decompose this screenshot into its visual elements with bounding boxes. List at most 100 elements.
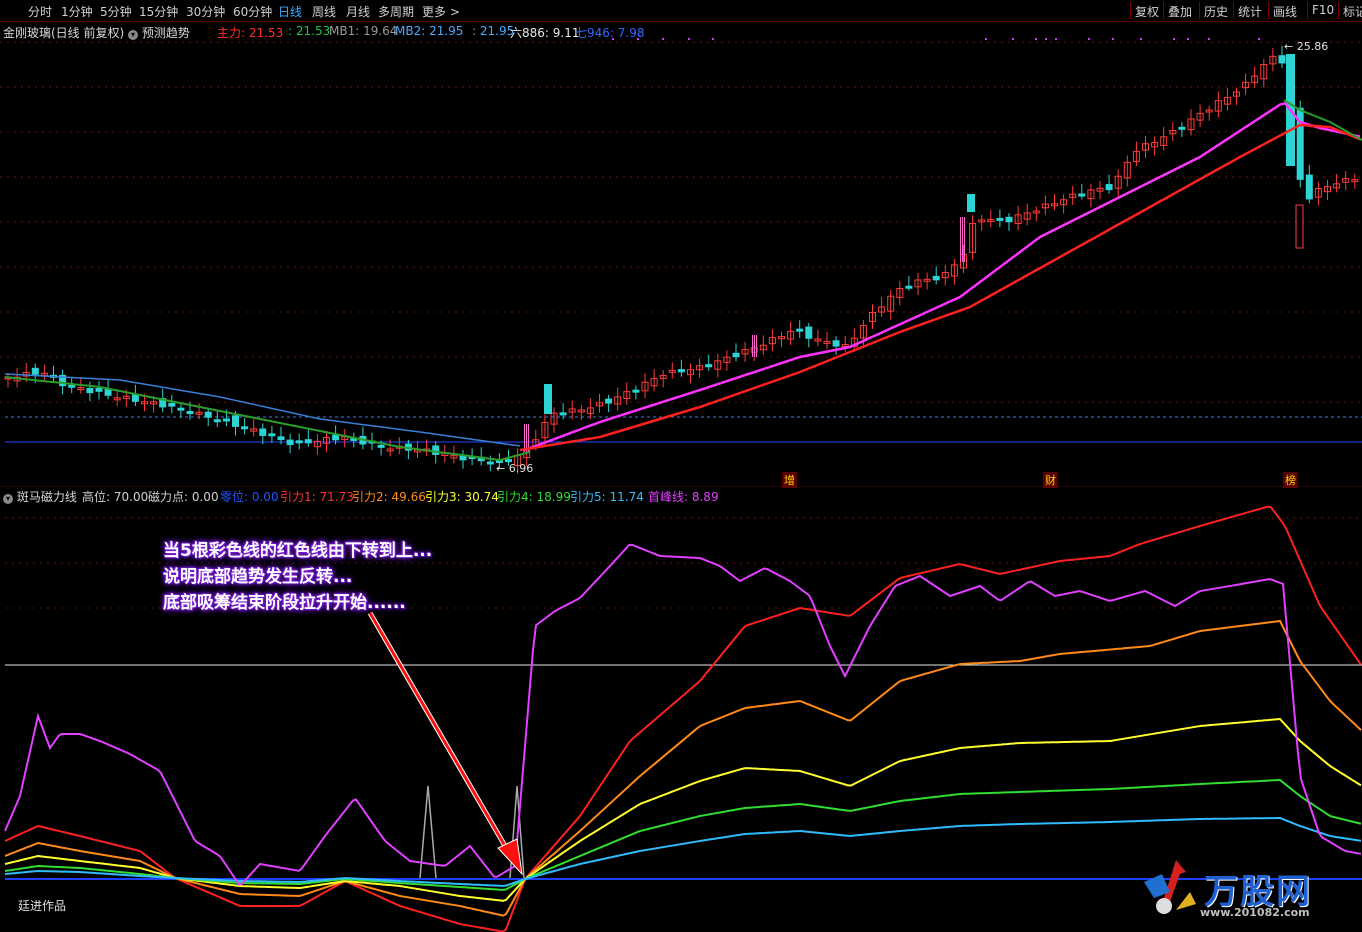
signal-dot: [1140, 38, 1142, 40]
candle-body: [1005, 216, 1013, 223]
toolbar-button-0[interactable]: 复权: [1135, 3, 1159, 20]
signal-dot: [688, 38, 690, 40]
candle-body: [705, 364, 713, 368]
candle-body: [213, 419, 221, 423]
period-tab-6[interactable]: 日线: [278, 3, 302, 20]
period-tab-5[interactable]: 60分钟: [233, 3, 272, 20]
period-tab-10[interactable]: 更多 >: [422, 3, 460, 20]
signal-dot: [1055, 38, 1057, 40]
main-legend-item: : 21.95: [472, 24, 515, 38]
arrow-shaft: [368, 612, 514, 859]
candle-body: [286, 439, 294, 446]
ma-red-line: [519, 123, 1361, 452]
signal-dot: [1258, 38, 1260, 40]
indicator-legend-item: 引力3: 30.74: [425, 490, 499, 504]
period-toolbar: 分时 1分钟 5分钟 15分钟 30分钟 60分钟 日线 周线 月线 多周期 更多 > 复权 叠加 历史统…: [0, 0, 1362, 22]
candle-body: [486, 461, 494, 465]
main-legend-item: 六886: 9.11: [510, 26, 580, 40]
indicator-legend-item: 引力1: 71.73: [280, 490, 354, 504]
candle-body: [204, 411, 212, 418]
candle-body: [377, 444, 385, 448]
annotation-line-1: 当5根彩色线的红色线由下转到上...: [163, 541, 433, 561]
toolbar-separator: [1199, 2, 1200, 19]
candle-body: [268, 433, 276, 437]
candle-body: [277, 436, 285, 441]
candle-body: [177, 407, 185, 411]
indicator-legend-item: 磁力点: 0.00: [148, 490, 219, 504]
brand-url: www.201082.com: [1200, 906, 1310, 919]
candle-body: [605, 398, 613, 404]
period-tab-7[interactable]: 周线: [312, 3, 336, 20]
signal-dot: [1045, 38, 1047, 40]
period-tab-0[interactable]: 分时: [28, 3, 52, 20]
main-legend-item: 七946: 7.98: [575, 26, 645, 40]
indicator-name: 斑马磁力线: [16, 490, 77, 504]
candle-body: [932, 275, 940, 281]
candle-body: [677, 369, 685, 373]
signal-dot: [1173, 38, 1175, 40]
main-legend-item: MB2: 21.95: [395, 24, 464, 38]
candle-body: [1278, 55, 1286, 64]
limit-up-bar: [960, 217, 961, 262]
toolbar-button-4[interactable]: 画线: [1273, 3, 1297, 20]
annotation-note: 当5根彩色线的红色线由下转到上... 说明底部趋势发生反转... 底部吸筹结束阶…: [163, 538, 432, 616]
candle-body: [241, 426, 249, 430]
candle-body: [996, 217, 1004, 221]
signal-dot: [1088, 38, 1090, 40]
candle-body: [332, 434, 340, 441]
stock-title: 金刚玻璃(日线 前复权): [3, 26, 125, 40]
period-tab-8[interactable]: 月线: [346, 3, 370, 20]
candle-body: [1078, 193, 1086, 197]
candle-body: [86, 387, 94, 394]
toolbar-separator: [1307, 2, 1308, 19]
period-tab-3[interactable]: 15分钟: [139, 3, 178, 20]
candle-body: [832, 340, 840, 347]
candle-body: [1178, 126, 1186, 130]
toolbar-button-1[interactable]: 叠加: [1168, 3, 1192, 20]
candle-body: [31, 367, 39, 375]
toolbar-separator: [1163, 2, 1164, 19]
toolbar-separator: [1338, 2, 1339, 19]
chevron-down-icon: ▾: [3, 494, 13, 504]
predict-trend-button[interactable]: ▾ 预测趋势: [128, 24, 190, 41]
period-tab-9[interactable]: 多周期: [378, 3, 414, 20]
limit-up-bar: [964, 217, 965, 262]
ma-green-line-tail: [1283, 99, 1362, 141]
toolbar-button-3[interactable]: 统计: [1238, 3, 1262, 20]
signal-dot: [1187, 38, 1189, 40]
limit-up-bar: [754, 335, 755, 357]
signal-dot: [1112, 38, 1114, 40]
indicator-legend-item: 零位: 0.00: [220, 490, 279, 504]
period-tab-4[interactable]: 30分钟: [186, 3, 225, 20]
high-price-label: ← 25.86: [1284, 40, 1328, 53]
period-tab-2[interactable]: 5分钟: [100, 3, 132, 20]
candle-body: [232, 415, 239, 427]
toolbar-button-5[interactable]: F10: [1312, 3, 1334, 17]
indicator-legend-item: 引力5: 11.74: [570, 490, 644, 504]
candle-body: [95, 387, 103, 392]
signal-dot: [1208, 38, 1210, 40]
author-label: 廷进作品: [18, 899, 67, 913]
toolbar-separator: [1130, 2, 1131, 19]
candle-body: [1105, 184, 1113, 191]
limit-up-bar: [756, 335, 757, 357]
period-tab-1[interactable]: 1分钟: [61, 3, 93, 20]
candle-body: [905, 285, 913, 289]
candle-body: [104, 389, 112, 396]
candle-body: [432, 445, 440, 455]
candle-body: [559, 412, 567, 416]
candle-body: [304, 439, 312, 444]
signal-dot: [662, 38, 664, 40]
main-legend-item: : 21.53: [288, 24, 331, 38]
candle-body-big: [544, 384, 552, 414]
indicator-legend-item: 首峰线: 8.89: [648, 490, 719, 504]
limit-up-bar: [752, 335, 753, 357]
indicator-legend-item: 高位: 70.00: [82, 490, 149, 504]
indicator-title: ▾ 斑马磁力线: [3, 488, 77, 505]
candle-body: [1305, 174, 1313, 200]
signal-dot: [985, 38, 987, 40]
toolbar-button-6[interactable]: 标记: [1343, 3, 1362, 20]
candle-body-big: [967, 194, 975, 212]
toolbar-button-2[interactable]: 历史: [1204, 3, 1228, 20]
watermark-logo: 万股网 www.201082.com: [1140, 852, 1340, 924]
